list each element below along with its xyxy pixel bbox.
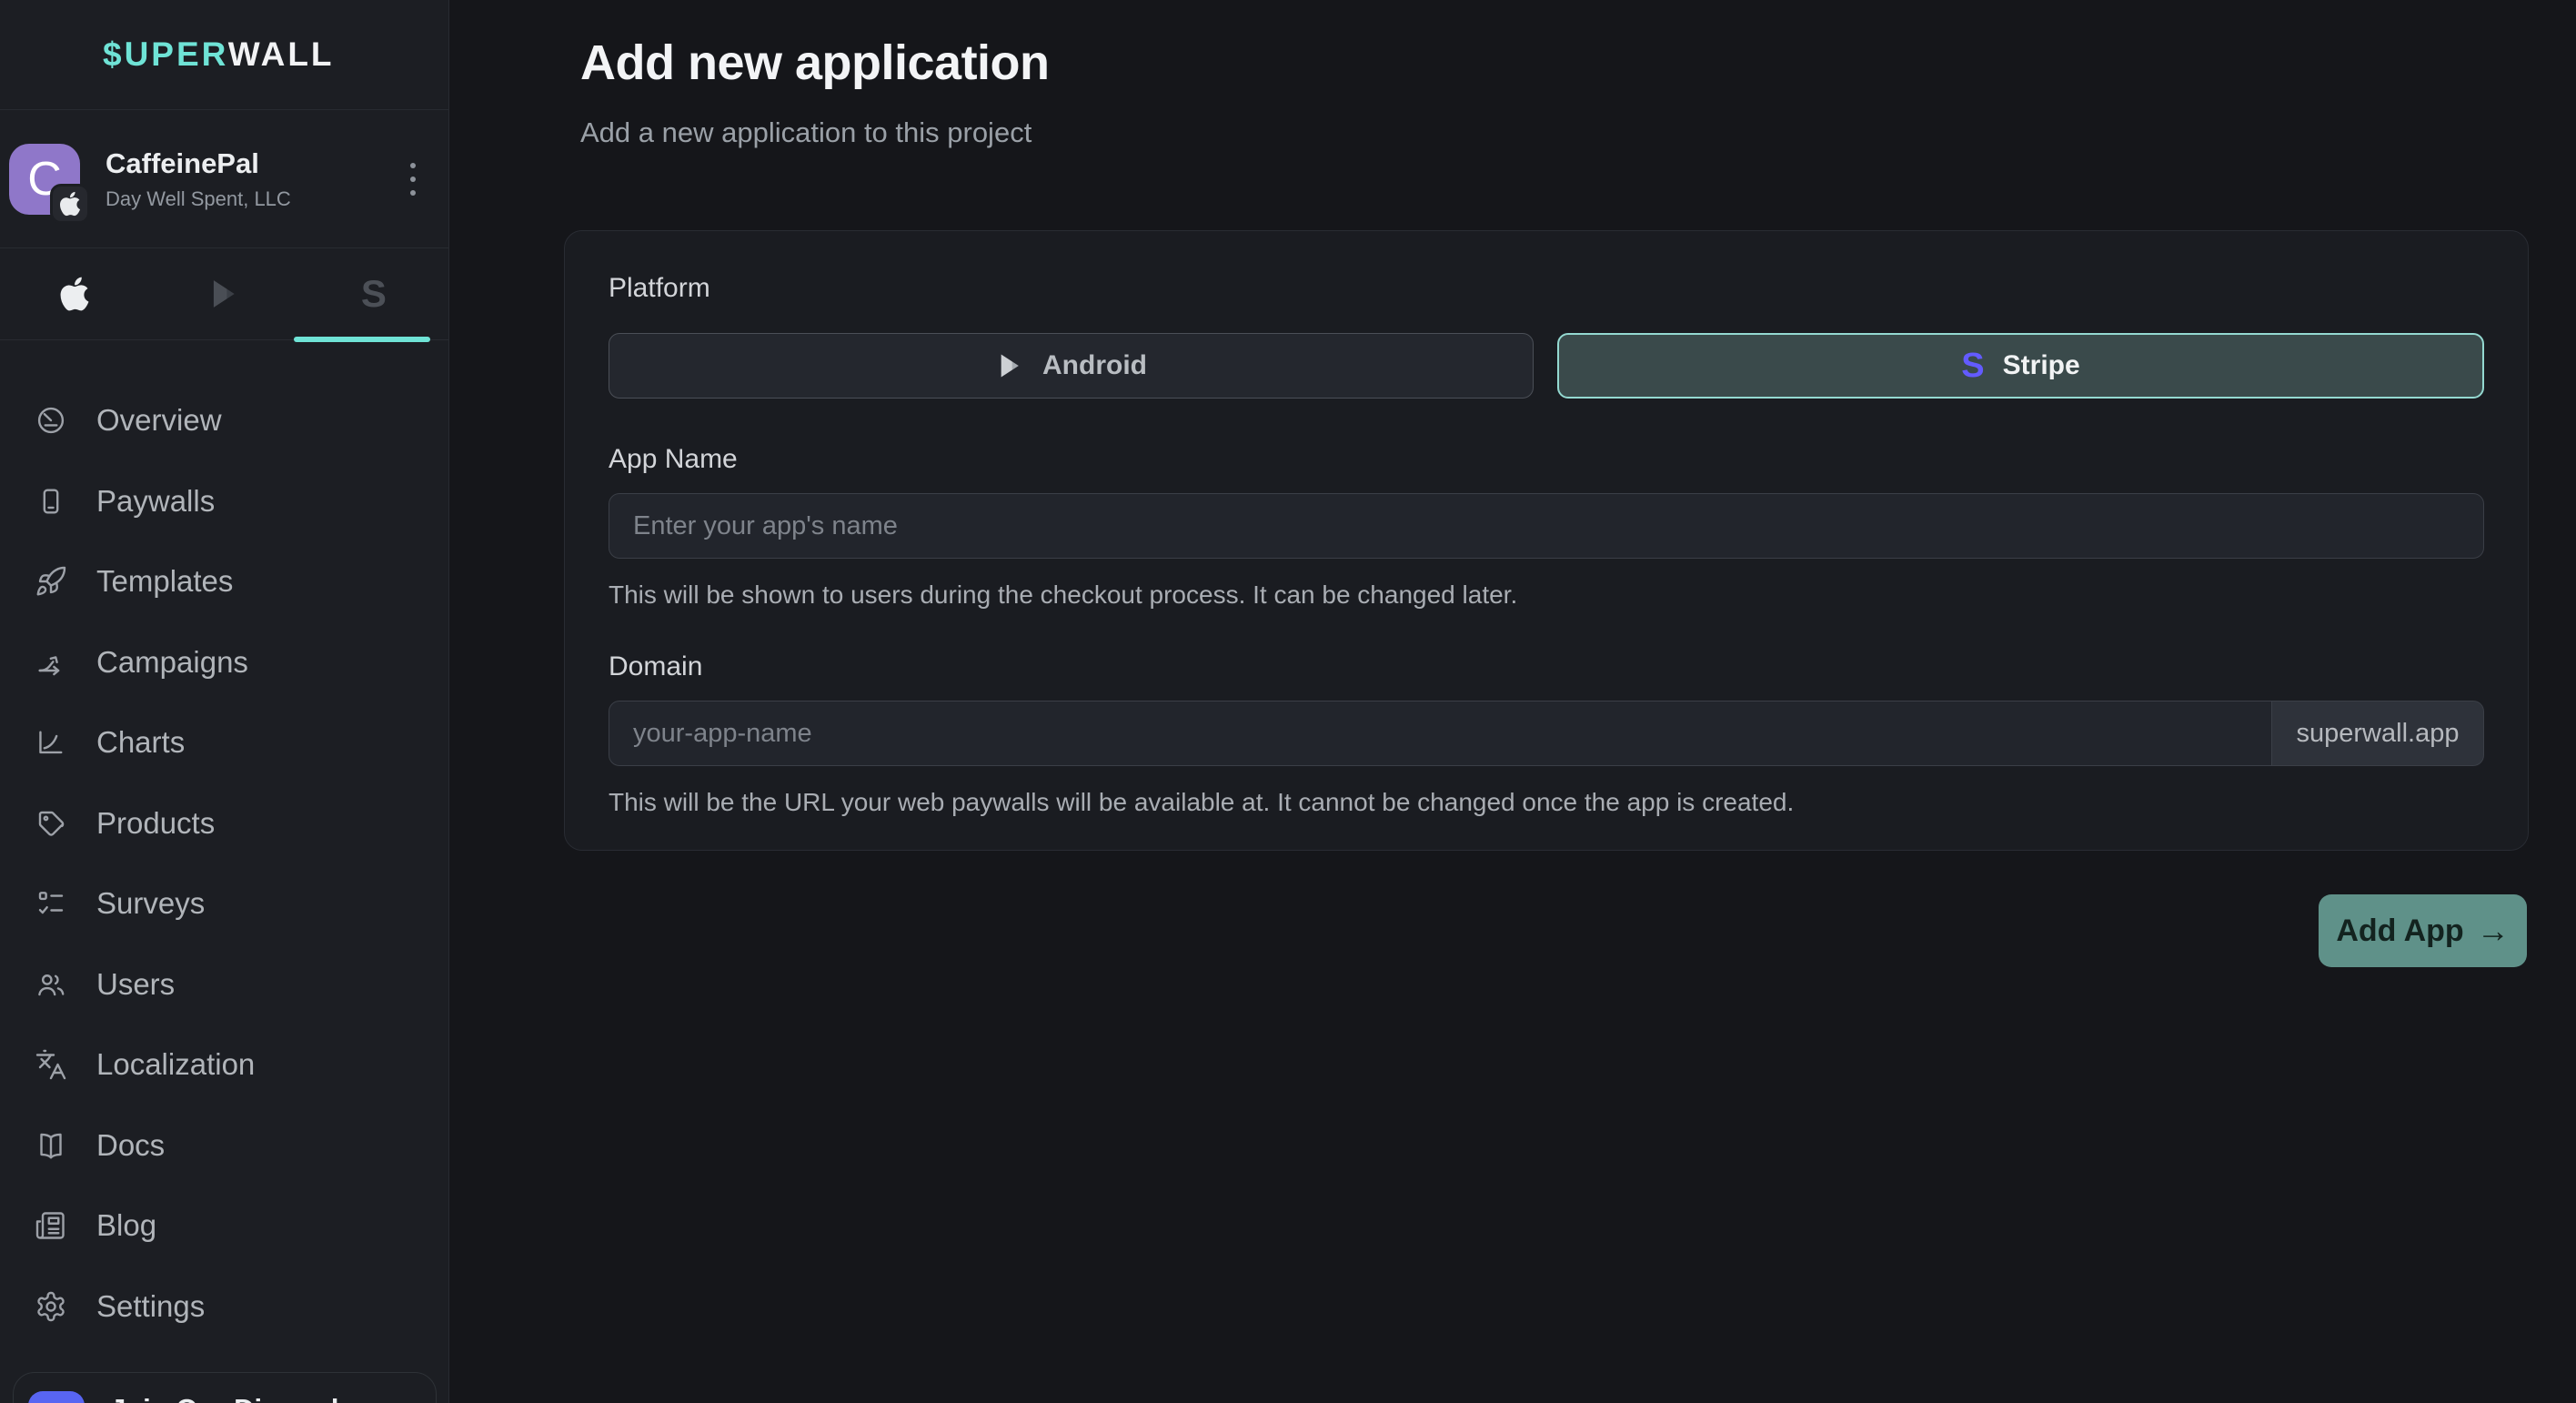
sidebar-item-label: Campaigns: [96, 645, 248, 680]
discord-label: Join Our Discord: [110, 1393, 338, 1403]
sidebar-item-users[interactable]: Users: [0, 944, 448, 1025]
tab-apple[interactable]: [0, 248, 149, 339]
sidebar-item-label: Blog: [96, 1208, 156, 1243]
overview-icon: [35, 404, 67, 437]
domain-label: Domain: [609, 651, 2484, 682]
kebab-menu-icon[interactable]: [403, 156, 423, 203]
android-button-label: Android: [1042, 350, 1147, 381]
apple-icon: [58, 190, 82, 217]
sidebar-item-localization[interactable]: Localization: [0, 1024, 448, 1105]
page-title: Add new application: [580, 35, 1050, 91]
products-icon: [35, 807, 67, 840]
sidebar-item-campaigns[interactable]: Campaigns: [0, 622, 448, 703]
logo-accent-text: $UPER: [103, 35, 228, 73]
stripe-icon: S: [361, 272, 387, 316]
domain-input[interactable]: [609, 701, 2272, 766]
active-tab-indicator: [294, 337, 430, 342]
add-app-button[interactable]: Add App →: [2319, 894, 2527, 967]
apple-badge: [50, 184, 90, 224]
workspace-org: Day Well Spent, LLC: [106, 187, 291, 211]
apple-icon: [60, 275, 89, 313]
workspace-name: CaffeinePal: [106, 147, 291, 180]
sidebar-item-label: Surveys: [96, 886, 205, 921]
domain-help-text: This will be the URL your web paywalls w…: [609, 788, 2484, 817]
campaigns-icon: [35, 646, 67, 679]
workspace-info: CaffeinePal Day Well Spent, LLC: [106, 147, 291, 211]
sidebar-item-label: Localization: [96, 1047, 255, 1082]
paywalls-icon: [35, 485, 67, 518]
arrow-right-icon: →: [2477, 912, 2510, 950]
sidebar-item-label: Paywalls: [96, 484, 215, 519]
blog-icon: [35, 1209, 67, 1242]
superwall-logo: $UPERWALL: [103, 35, 335, 74]
templates-icon: [35, 565, 67, 598]
sidebar-item-settings[interactable]: Settings: [0, 1267, 448, 1347]
workspace-avatar: C: [9, 144, 80, 215]
stripe-button-label: Stripe: [2003, 350, 2080, 381]
google-play-icon: [995, 351, 1024, 380]
charts-icon: [35, 726, 67, 759]
add-application-form-card: Platform Android S Stripe App Name This …: [564, 230, 2529, 851]
sidebar-item-label: Settings: [96, 1289, 205, 1324]
sidebar-item-templates[interactable]: Templates: [0, 541, 448, 622]
sidebar-item-label: Products: [96, 806, 215, 841]
docs-icon: [35, 1129, 67, 1162]
sidebar-item-docs[interactable]: Docs: [0, 1105, 448, 1186]
brand-logo[interactable]: $UPERWALL: [0, 0, 448, 110]
sidebar-item-blog[interactable]: Blog: [0, 1186, 448, 1267]
add-app-button-label: Add App: [2336, 913, 2463, 949]
sidebar-item-surveys[interactable]: Surveys: [0, 863, 448, 944]
tab-stripe[interactable]: S: [299, 248, 448, 339]
sidebar-item-paywalls[interactable]: Paywalls: [0, 461, 448, 542]
sidebar-item-label: Templates: [96, 564, 233, 599]
sidebar-nav: Overview Paywalls Templates Campaigns Ch…: [0, 380, 448, 1347]
domain-input-group: superwall.app: [609, 701, 2484, 766]
app-name-input[interactable]: [609, 493, 2484, 559]
platform-tabs: S: [0, 248, 448, 340]
platform-label: Platform: [609, 273, 2484, 304]
sidebar-item-label: Docs: [96, 1128, 165, 1163]
sidebar: $UPERWALL C CaffeinePal Day Well Spent, …: [0, 0, 449, 1403]
app-name-help-text: This will be shown to users during the c…: [609, 580, 2484, 610]
tab-google-play[interactable]: [149, 248, 298, 339]
sidebar-item-label: Overview: [96, 403, 222, 438]
page-subtitle: Add a new application to this project: [580, 116, 1031, 149]
localization-icon: [35, 1048, 67, 1081]
platform-android-button[interactable]: Android: [609, 333, 1534, 399]
sidebar-item-products[interactable]: Products: [0, 783, 448, 864]
join-discord-card[interactable]: Join Our Discord: [13, 1372, 437, 1403]
app-name-label: App Name: [609, 444, 2484, 475]
main-content: Add new application Add a new applicatio…: [449, 0, 2576, 1403]
logo-rest-text: WALL: [228, 35, 335, 73]
sidebar-item-label: Users: [96, 967, 175, 1002]
surveys-icon: [35, 887, 67, 920]
users-icon: [35, 968, 67, 1001]
workspace-switcher[interactable]: C CaffeinePal Day Well Spent, LLC: [0, 110, 448, 248]
settings-icon: [35, 1290, 67, 1323]
platform-stripe-button[interactable]: S Stripe: [1557, 333, 2484, 399]
domain-suffix: superwall.app: [2272, 701, 2484, 766]
google-play-icon: [206, 277, 241, 311]
stripe-icon: S: [1961, 347, 1984, 386]
sidebar-item-overview[interactable]: Overview: [0, 380, 448, 461]
platform-choice-row: Android S Stripe: [609, 333, 2484, 399]
app-screen: $UPERWALL C CaffeinePal Day Well Spent, …: [0, 0, 2576, 1403]
discord-icon: [28, 1391, 85, 1403]
sidebar-item-charts[interactable]: Charts: [0, 702, 448, 783]
sidebar-item-label: Charts: [96, 725, 185, 760]
